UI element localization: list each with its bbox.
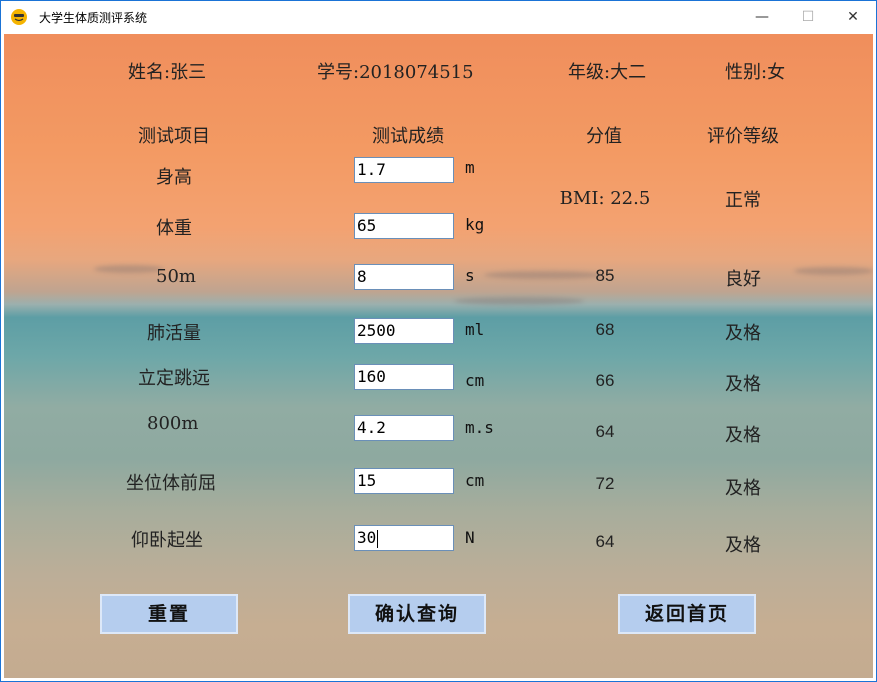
sit-reach-input[interactable]: 15 — [354, 468, 454, 494]
title-bar[interactable]: 大学生体质测评系统 — ☐ ✕ — [1, 1, 876, 33]
run-800m-input[interactable]: 4.2 — [354, 415, 454, 441]
student-id: 学号:2018074515 — [317, 62, 474, 83]
unit-label: cm — [465, 471, 485, 490]
long-jump-input[interactable]: 160 — [354, 364, 454, 390]
unit-label: N — [465, 528, 475, 547]
rating-value: 良好 — [725, 269, 761, 290]
item-label: 坐位体前屈 — [126, 473, 216, 494]
rating-value: 及格 — [725, 478, 761, 499]
minimize-button[interactable]: — — [739, 1, 785, 33]
window-title: 大学生体质测评系统 — [39, 11, 148, 25]
height-input[interactable]: 1.7 — [354, 157, 454, 183]
sit-ups-input[interactable]: 30 — [354, 525, 454, 551]
close-button[interactable]: ✕ — [830, 1, 876, 33]
student-grade: 年级:大二 — [568, 62, 647, 83]
bmi-rating: 正常 — [725, 190, 761, 211]
unit-label: m.s — [465, 418, 494, 437]
score-value: 66 — [595, 371, 615, 390]
reset-button[interactable]: 重置 — [100, 594, 238, 634]
run-50m-input[interactable]: 8 — [354, 264, 454, 290]
unit-label: m — [465, 158, 475, 177]
item-label: 仰卧起坐 — [131, 530, 203, 551]
unit-label: cm — [465, 371, 485, 390]
score-value: 64 — [595, 532, 615, 551]
sit-ups-value: 30 — [357, 528, 377, 547]
unit-label: kg — [465, 215, 485, 234]
rating-value: 及格 — [725, 535, 761, 556]
student-gender: 性别:女 — [725, 62, 786, 83]
weight-input[interactable]: 65 — [354, 213, 454, 239]
item-label: 体重 — [156, 218, 192, 239]
score-value: 72 — [595, 474, 615, 493]
vital-capacity-input[interactable]: 2500 — [354, 318, 454, 344]
rating-value: 及格 — [725, 374, 761, 395]
score-value: 85 — [595, 266, 615, 285]
unit-label: ml — [465, 320, 485, 339]
confirm-query-button[interactable]: 确认查询 — [348, 594, 486, 634]
header-score: 分值 — [586, 126, 622, 147]
app-window: 大学生体质测评系统 — ☐ ✕ 姓名:张三 学号:2018074515 年级:大… — [0, 0, 877, 682]
background-cloud — [454, 297, 584, 305]
return-home-button[interactable]: 返回首页 — [618, 594, 756, 634]
item-label: 立定跳远 — [138, 368, 210, 389]
item-label: 800m — [147, 413, 199, 434]
maximize-button[interactable]: ☐ — [785, 1, 831, 33]
student-name: 姓名:张三 — [128, 62, 207, 83]
background-cloud — [94, 265, 164, 273]
item-label: 50m — [156, 266, 196, 287]
header-test-result: 测试成绩 — [372, 126, 444, 147]
unit-label: s — [465, 266, 475, 285]
header-test-item: 测试项目 — [138, 126, 210, 147]
header-rating: 评价等级 — [707, 126, 779, 147]
item-label: 身高 — [156, 167, 192, 188]
bmi-score: BMI: 22.5 — [559, 188, 651, 209]
score-value: 68 — [595, 320, 615, 339]
rating-value: 及格 — [725, 425, 761, 446]
rating-value: 及格 — [725, 323, 761, 344]
app-logo-icon — [11, 9, 27, 25]
background-cloud — [794, 267, 873, 275]
item-label: 肺活量 — [147, 323, 201, 344]
score-value: 64 — [595, 422, 615, 441]
main-panel: 姓名:张三 学号:2018074515 年级:大二 性别:女 测试项目 测试成绩… — [4, 34, 873, 678]
text-caret — [377, 529, 379, 548]
